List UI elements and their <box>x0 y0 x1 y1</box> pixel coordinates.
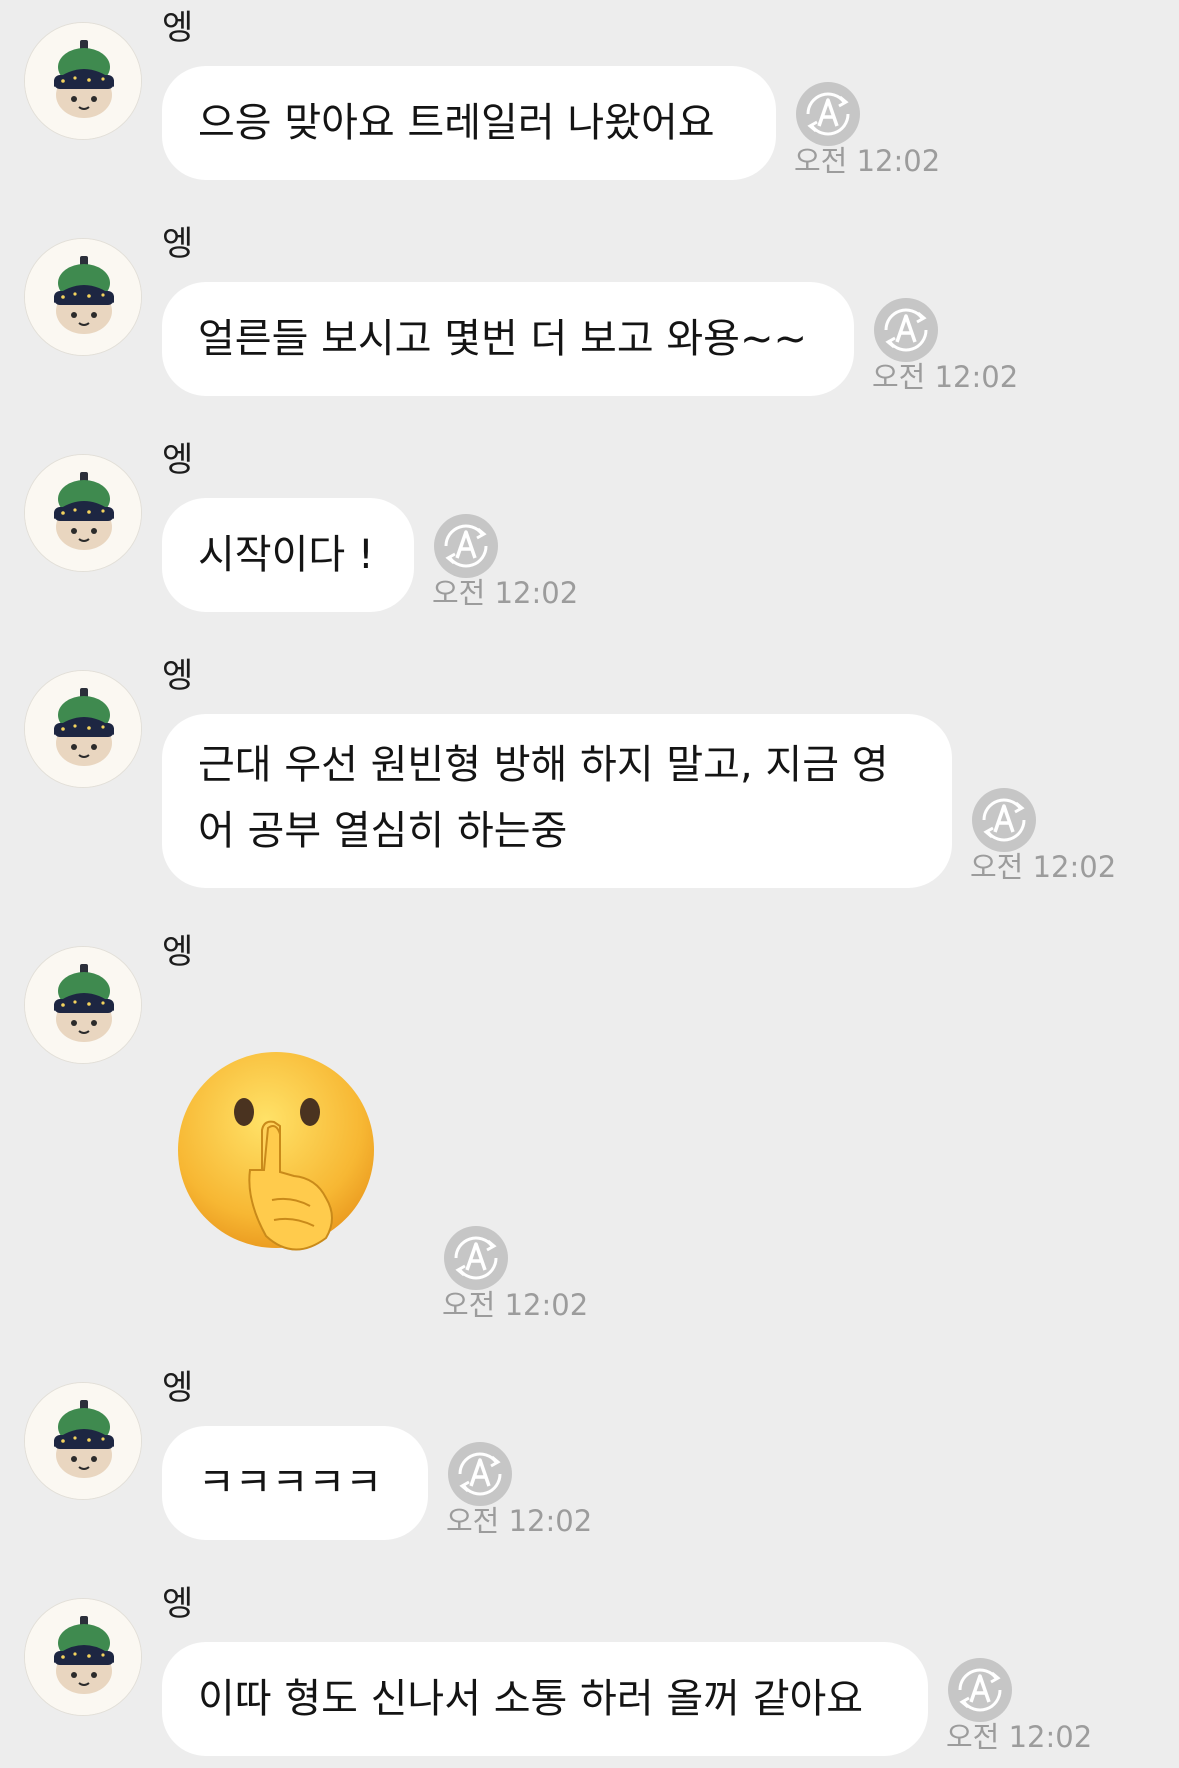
message-bubble[interactable]: 근대 우선 원빈형 방해 하지 말고, 지금 영 어 공부 열심히 하는중 <box>162 714 952 888</box>
auto-translate-icon[interactable] <box>970 786 1038 854</box>
avatar[interactable] <box>24 1598 142 1716</box>
avatar[interactable] <box>24 238 142 356</box>
auto-translate-icon[interactable] <box>442 1224 510 1292</box>
message-bubble[interactable]: 얼른들 보시고 몇번 더 보고 와용~~ <box>162 282 854 396</box>
message-bubble[interactable]: 으응 맞아요 트레일러 나왔어요 <box>162 66 776 180</box>
message-time: 오전 12:02 <box>442 1288 589 1322</box>
message-bubble[interactable]: ㅋㅋㅋㅋㅋ <box>162 1426 428 1540</box>
message-line: 근대 우선 원빈형 방해 하지 말고, 지금 영 <box>198 742 889 788</box>
sender-name: 엥 <box>162 1584 194 1624</box>
avatar-image <box>25 947 142 1064</box>
auto-translate-icon[interactable] <box>794 80 862 148</box>
avatar[interactable] <box>24 22 142 140</box>
message-time: 오전 12:02 <box>446 1504 593 1538</box>
avatar-image <box>25 671 142 788</box>
avatar[interactable] <box>24 1382 142 1500</box>
auto-translate-icon[interactable] <box>446 1440 514 1508</box>
sender-name: 엥 <box>162 440 194 480</box>
message-time: 오전 12:02 <box>432 576 579 610</box>
avatar[interactable] <box>24 454 142 572</box>
sender-name: 엥 <box>162 932 194 972</box>
message-time: 오전 12:02 <box>872 360 1019 394</box>
sender-name: 엥 <box>162 8 194 48</box>
shushing-face-emoji[interactable] <box>176 1050 382 1276</box>
sender-name: 엥 <box>162 224 194 264</box>
avatar[interactable] <box>24 670 142 788</box>
message-line: 어 공부 열심히 하는중 <box>198 808 568 854</box>
message-time: 오전 12:02 <box>794 144 941 178</box>
avatar-image <box>25 1383 142 1500</box>
avatar-image <box>25 1599 142 1716</box>
avatar-image <box>25 23 142 140</box>
sender-name: 엥 <box>162 656 194 696</box>
auto-translate-icon[interactable] <box>872 296 940 364</box>
message-bubble[interactable]: 시작이다 ! <box>162 498 414 612</box>
message-time: 오전 12:02 <box>970 850 1117 884</box>
auto-translate-icon[interactable] <box>432 512 500 580</box>
avatar[interactable] <box>24 946 142 1064</box>
auto-translate-icon[interactable] <box>946 1656 1014 1724</box>
avatar-image <box>25 239 142 356</box>
message-bubble[interactable]: 이따 형도 신나서 소통 하러 올꺼 같아요 <box>162 1642 928 1756</box>
sender-name: 엥 <box>162 1368 194 1408</box>
avatar-image <box>25 455 142 572</box>
message-time: 오전 12:02 <box>946 1720 1093 1754</box>
